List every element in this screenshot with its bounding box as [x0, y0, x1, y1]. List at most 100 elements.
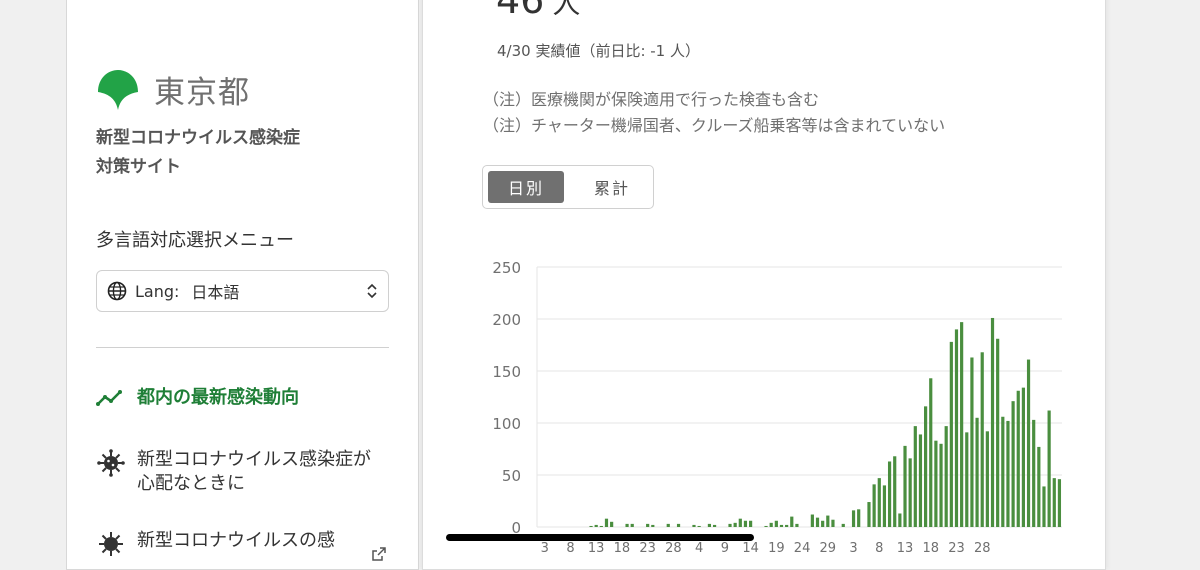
bar	[666, 523, 670, 527]
y-tick-label: 200	[492, 311, 521, 329]
bar	[939, 443, 943, 527]
home-indicator[interactable]	[446, 534, 754, 541]
nav-item-latest-trends[interactable]: 都内の最新感染動向	[96, 386, 387, 410]
bar	[872, 484, 876, 527]
bar	[960, 322, 964, 527]
x-tick-label: 13	[588, 541, 605, 554]
bar	[707, 523, 712, 527]
logo[interactable]: 東京都	[96, 67, 250, 112]
bar	[996, 338, 1000, 527]
bar	[851, 510, 856, 527]
bar	[810, 514, 814, 527]
x-tick-label: 23	[948, 541, 965, 554]
x-tick-label: 23	[639, 541, 656, 554]
bar	[1037, 446, 1041, 527]
lang-prefix: Lang:	[135, 281, 180, 301]
toggle-daily-button[interactable]: 日別	[488, 171, 564, 203]
latest-value-unit: 人	[552, 0, 581, 20]
bar	[1042, 486, 1046, 527]
latest-value-detail: 4/30 実績値（前日比: -1 人）	[497, 42, 700, 60]
x-tick-label: 13	[897, 541, 914, 554]
latest-value-number: 46	[496, 0, 545, 22]
x-tick-label: 14	[742, 541, 759, 554]
bar	[985, 431, 989, 527]
bar	[965, 432, 969, 527]
bar	[918, 434, 923, 527]
bar	[733, 522, 737, 527]
bar	[764, 525, 768, 527]
bar	[651, 524, 655, 527]
virus-icon	[97, 449, 125, 477]
x-tick-label: 24	[794, 541, 811, 554]
bar	[1011, 401, 1015, 527]
bar	[1016, 390, 1020, 527]
y-tick-label: 50	[502, 467, 521, 485]
x-tick-label: 18	[922, 541, 939, 554]
bar	[944, 426, 948, 527]
x-tick-label: 29	[820, 541, 837, 554]
nav-item-coronavirus-info[interactable]: 新型コロナウイルスの感	[96, 529, 387, 559]
bar	[826, 515, 830, 527]
bar	[599, 525, 603, 527]
bar	[1047, 410, 1051, 527]
bar	[743, 520, 748, 527]
x-tick-label: 18	[614, 541, 631, 554]
lang-menu-label: 多言語対応選択メニュー	[96, 230, 294, 251]
bar	[785, 524, 789, 527]
bar	[857, 509, 861, 527]
latest-value: 46 人	[496, 0, 580, 22]
bar	[1052, 478, 1056, 527]
bar	[924, 406, 928, 527]
bar	[1006, 420, 1010, 527]
chevron-up-down-icon	[367, 283, 377, 299]
daily-bar-chart: 0501001502002503 8 13 18 23 28 4 9 14 19 24 29 3 8 13 1…	[492, 259, 1062, 554]
bar	[712, 524, 717, 527]
bar	[738, 518, 742, 527]
y-tick-label: 100	[492, 415, 521, 433]
note-line-1: （注）医療機関が保険適用で行った検査も含む	[483, 90, 820, 109]
x-tick-label: 28	[974, 541, 991, 554]
bar	[728, 523, 732, 527]
bar	[934, 440, 938, 527]
x-tick-label: 9	[721, 541, 729, 554]
x-tick-label: 4	[695, 541, 703, 554]
tokyo-ginkgo-logo-icon	[98, 69, 138, 110]
nav-label: 新型コロナウイルス感染症が心配なときに	[137, 449, 371, 494]
site-title-line2: 対策サイト	[96, 157, 181, 177]
bar	[815, 517, 820, 527]
bar	[646, 523, 650, 527]
bar	[970, 357, 974, 527]
bar	[676, 523, 681, 527]
sidebar-divider	[96, 347, 389, 348]
x-tick-label: 8	[566, 541, 574, 554]
virus-icon	[99, 532, 123, 556]
bar	[903, 445, 907, 527]
bar	[913, 426, 917, 527]
bar	[625, 523, 629, 527]
x-tick-label: 3	[849, 541, 857, 554]
bar	[990, 317, 995, 527]
toggle-cumulative-button[interactable]: 累計	[574, 171, 650, 203]
bar	[749, 520, 753, 527]
nav-item-if-worried[interactable]: 新型コロナウイルス感染症が心配なときに	[96, 448, 387, 496]
sidebar: 東京都 新型コロナウイルス感染症 対策サイト 多言語対応選択メニュー Lang:…	[66, 0, 419, 570]
site-title: 新型コロナウイルス感染症 対策サイト	[96, 124, 396, 182]
bar	[887, 461, 892, 527]
bar	[1021, 387, 1025, 527]
bar	[630, 523, 634, 527]
bar	[908, 458, 912, 527]
bar	[929, 378, 933, 527]
external-link-icon	[372, 547, 386, 561]
bar	[774, 520, 778, 527]
bar	[604, 518, 609, 527]
language-select[interactable]: Lang: 日本語	[96, 270, 389, 312]
x-tick-label: 3	[541, 541, 549, 554]
bar	[841, 523, 845, 527]
lang-selected-value: 日本語	[191, 283, 240, 302]
x-tick-label: 19	[768, 541, 785, 554]
bar	[949, 341, 953, 527]
y-tick-label: 150	[492, 363, 521, 381]
bar	[882, 485, 887, 527]
note-line-2: （注）チャーター機帰国者、クルーズ船乗客等は含まれていない	[483, 116, 946, 135]
bar	[877, 478, 881, 527]
